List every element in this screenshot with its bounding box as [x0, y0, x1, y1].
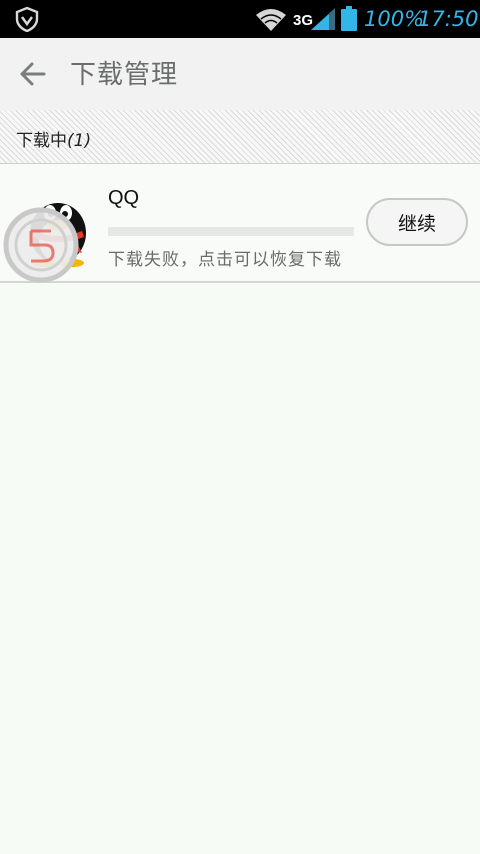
- section-count: (1): [67, 131, 92, 151]
- status-bar: 3G 100% 17:50: [0, 0, 480, 38]
- section-header: 下载中(1): [0, 110, 480, 164]
- page-title: 下载管理: [70, 60, 179, 90]
- download-progress-bar: [108, 227, 354, 236]
- clock: 17:50: [418, 7, 479, 31]
- section-title: 下载中: [16, 131, 67, 151]
- signal-icon: [311, 8, 335, 30]
- continue-button[interactable]: 继续: [366, 198, 468, 246]
- floating-assistant-icon[interactable]: [3, 207, 79, 283]
- battery-icon: [341, 6, 357, 31]
- shield-icon: [15, 6, 39, 32]
- battery-percent: 100%: [364, 7, 425, 31]
- wifi-icon: [256, 9, 286, 31]
- download-status: 下载失败，点击可以恢复下载: [108, 250, 342, 270]
- app-name: QQ: [108, 187, 140, 209]
- back-arrow-icon[interactable]: [14, 56, 54, 92]
- section-label: 下载中(1): [16, 126, 91, 151]
- action-bar: 下载管理: [0, 38, 480, 110]
- network-type: 3G: [293, 12, 314, 29]
